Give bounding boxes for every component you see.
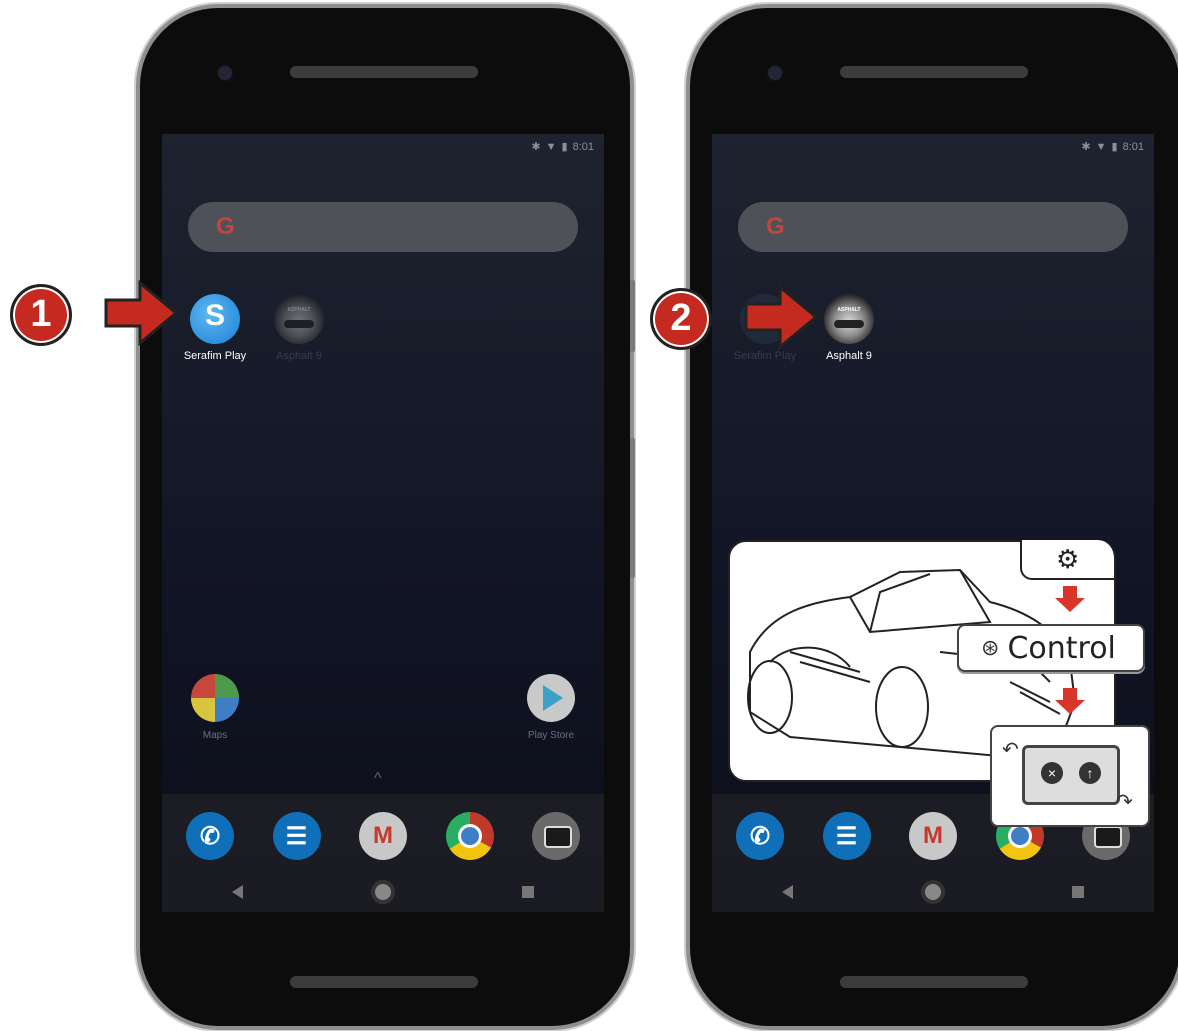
- front-camera: [218, 66, 232, 80]
- app-play-store[interactable]: Play Store: [506, 674, 596, 741]
- app-label: Serafim Play: [733, 350, 797, 362]
- recents-icon[interactable]: [522, 886, 534, 898]
- messages-app-icon[interactable]: ☰: [822, 812, 871, 860]
- status-time: 8:01: [572, 140, 594, 153]
- down-arrow-icon: [1055, 688, 1085, 714]
- phone-app-icon[interactable]: ✆: [736, 812, 784, 860]
- pointer-arrow-icon: [104, 280, 179, 346]
- favorites-dock: ✆ ☰ M: [162, 794, 604, 912]
- maps-icon: [191, 674, 239, 722]
- down-arrow-icon: [1055, 586, 1085, 612]
- earpiece-speaker: [290, 66, 478, 78]
- button-x-icon: ×: [1041, 762, 1063, 784]
- home-icon[interactable]: [374, 884, 391, 900]
- settings-tab[interactable]: ⚙: [1020, 540, 1116, 580]
- app-label: Play Store: [527, 730, 575, 741]
- bottom-speaker: [840, 976, 1028, 988]
- navigation-bar: [782, 884, 1084, 900]
- app-serafim-play[interactable]: S Serafim Play: [170, 294, 260, 362]
- battery-icon: ▮: [561, 141, 568, 153]
- button-up-icon: ↑: [1079, 762, 1101, 784]
- app-drawer-chevron-icon[interactable]: ^: [374, 770, 382, 788]
- step-marker-2: 2: [650, 288, 712, 350]
- recents-icon[interactable]: [1072, 886, 1084, 898]
- google-search-bar[interactable]: G: [188, 202, 578, 252]
- back-icon[interactable]: [232, 885, 243, 899]
- control-layout-panel: ↶ × ↑ ↷: [990, 725, 1150, 827]
- step-marker-1: 1: [10, 284, 72, 346]
- app-asphalt-9[interactable]: ASPHALT Asphalt 9: [254, 294, 344, 362]
- gear-icon: ⚙: [1056, 544, 1080, 574]
- google-logo-icon: G: [216, 213, 235, 240]
- app-label: Asphalt 9: [826, 350, 872, 362]
- status-time: 8:01: [1122, 140, 1144, 153]
- back-icon[interactable]: [782, 885, 793, 899]
- control-label: Control: [1007, 630, 1116, 666]
- wifi-icon: ▼: [545, 140, 557, 153]
- serafim-play-icon: S: [190, 294, 240, 344]
- pointer-arrow-icon: [744, 284, 819, 350]
- status-bar: ✱ ▼ ▮ 8:01: [1081, 140, 1144, 154]
- gmail-app-icon[interactable]: M: [909, 812, 957, 860]
- app-label: Asphalt 9: [276, 350, 322, 362]
- power-button: [630, 280, 635, 352]
- status-bar: ✱ ▼ ▮ 8:01: [531, 140, 594, 154]
- phone-left: ✱ ▼ ▮ 8:01 G S Serafim Play ASPHALT Asph…: [140, 8, 635, 1026]
- front-camera: [768, 66, 782, 80]
- battery-icon: ▮: [1111, 141, 1118, 153]
- app-label: Maps: [202, 730, 228, 741]
- chrome-app-icon[interactable]: [445, 812, 494, 860]
- play-store-icon: [527, 674, 575, 722]
- camera-app-icon[interactable]: [532, 812, 580, 860]
- asphalt-9-icon: ASPHALT: [824, 294, 874, 344]
- rotate-icon: ↷: [1116, 791, 1133, 813]
- asphalt-9-icon: ASPHALT: [274, 294, 324, 344]
- home-screen: ✱ ▼ ▮ 8:01 G S Serafim Play ASPHALT Asph…: [162, 134, 604, 912]
- app-maps[interactable]: Maps: [170, 674, 260, 741]
- google-logo-icon: G: [766, 213, 785, 240]
- home-icon[interactable]: [924, 884, 941, 900]
- steering-wheel-icon: ⊛: [981, 635, 1000, 660]
- phone-right: ✱ ▼ ▮ 8:01 G Serafim Play ASPHALT Asphal…: [690, 8, 1178, 1026]
- rotate-icon: ↶: [1002, 739, 1019, 761]
- navigation-bar: [232, 884, 534, 900]
- earpiece-speaker: [840, 66, 1028, 78]
- control-menu-item[interactable]: ⊛ Control: [957, 624, 1145, 672]
- bluetooth-icon: ✱: [531, 141, 541, 153]
- gamepad-preview: × ↑: [1022, 745, 1120, 805]
- bottom-speaker: [290, 976, 478, 988]
- phone-app-icon[interactable]: ✆: [186, 812, 234, 860]
- messages-app-icon[interactable]: ☰: [272, 812, 321, 860]
- gmail-app-icon[interactable]: M: [359, 812, 407, 860]
- wifi-icon: ▼: [1095, 140, 1107, 153]
- bluetooth-icon: ✱: [1081, 141, 1091, 153]
- app-label: Serafim Play: [183, 350, 247, 362]
- volume-button: [630, 438, 635, 578]
- google-search-bar[interactable]: G: [738, 202, 1128, 252]
